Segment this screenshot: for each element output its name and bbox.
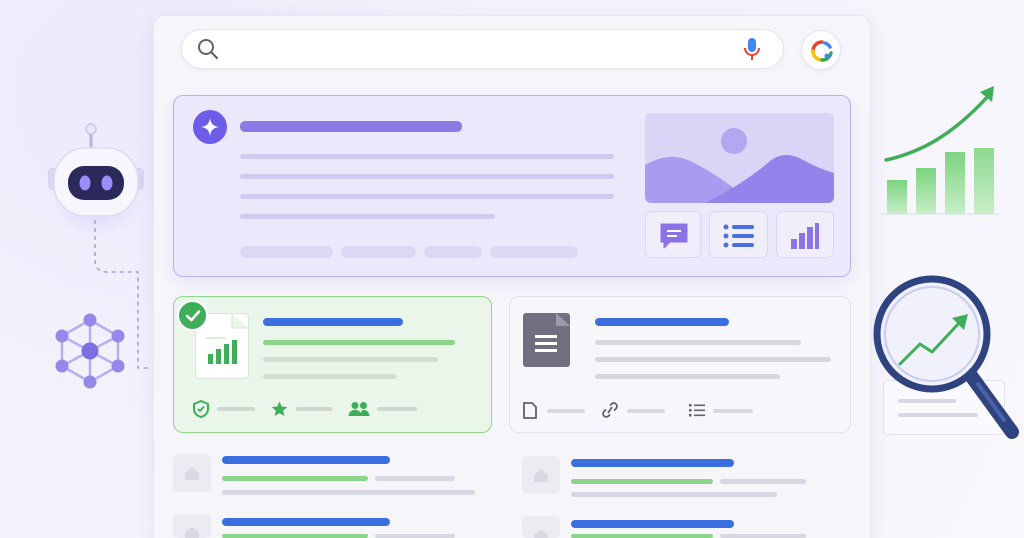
landscape-image-icon [645, 128, 834, 203]
lens-button[interactable] [801, 30, 841, 70]
result-text-line [375, 476, 455, 481]
result-text-line [571, 492, 777, 497]
result-title-placeholder[interactable] [263, 318, 403, 326]
chart-tile[interactable] [776, 211, 834, 258]
result-title-placeholder[interactable] [571, 459, 734, 467]
chat-icon [660, 223, 688, 249]
check-icon [185, 310, 201, 322]
robot-icon [48, 123, 144, 217]
sparkle-icon [201, 118, 219, 136]
meta-placeholder [377, 407, 417, 411]
ai-text-line [240, 194, 614, 199]
result-text-line [595, 374, 780, 379]
result-text-line [222, 490, 475, 495]
result-title-placeholder[interactable] [222, 518, 390, 526]
link-icon [602, 402, 618, 418]
result-thumbnail[interactable] [522, 516, 560, 538]
ai-title-placeholder [240, 121, 462, 132]
result-url-placeholder [571, 534, 713, 538]
ai-image-preview[interactable] [645, 113, 834, 203]
result-text-line [263, 374, 397, 379]
result-title-placeholder[interactable] [571, 520, 734, 528]
home-icon [185, 467, 199, 480]
result-thumbnail[interactable] [173, 514, 211, 538]
search-icon[interactable] [197, 38, 219, 60]
mic-icon[interactable] [743, 37, 761, 61]
result-text-line [720, 479, 806, 484]
file-icon [523, 402, 537, 419]
star-icon [271, 401, 288, 416]
meta-placeholder [713, 409, 753, 413]
trend-arrow-icon [884, 86, 994, 162]
ai-text-line [240, 174, 614, 179]
result-url-placeholder [222, 534, 368, 538]
ai-chip[interactable] [490, 246, 578, 258]
ai-text-line [240, 154, 614, 159]
home-icon [534, 469, 548, 482]
meta-placeholder [627, 409, 665, 413]
search-input[interactable] [181, 29, 784, 69]
bar-chart-icon [791, 223, 819, 249]
home-icon [185, 527, 199, 538]
ai-chip[interactable] [424, 246, 482, 258]
result-text-line [720, 534, 806, 538]
lens-icon [811, 40, 833, 62]
meta-placeholder [296, 407, 332, 411]
network-graph-icon [55, 313, 125, 389]
magnifier-trend-icon [873, 275, 1019, 439]
result-thumbnail[interactable] [173, 454, 211, 492]
result-url-placeholder [222, 476, 368, 481]
home-icon [534, 529, 548, 538]
result-title-placeholder[interactable] [595, 318, 729, 326]
document-icon [523, 313, 570, 367]
result-url-placeholder [571, 479, 713, 484]
list-tile[interactable] [709, 211, 768, 258]
result-thumbnail[interactable] [522, 456, 560, 494]
chat-tile[interactable] [645, 211, 701, 258]
bullet-list-icon [689, 404, 705, 417]
ai-chip[interactable] [240, 246, 333, 258]
people-icon [348, 402, 370, 416]
meta-placeholder [217, 407, 255, 411]
result-text-line [595, 340, 801, 345]
result-text-line [375, 534, 455, 538]
result-text-line [263, 357, 438, 362]
ai-sparkle-badge [193, 110, 227, 144]
meta-placeholder [547, 409, 585, 413]
result-url-placeholder [263, 340, 455, 345]
verified-badge [177, 300, 208, 331]
result-title-placeholder[interactable] [222, 456, 390, 464]
ai-chip[interactable] [341, 246, 416, 258]
ai-text-line [240, 214, 495, 219]
result-text-line [595, 357, 831, 362]
list-icon [723, 224, 754, 248]
shield-icon [193, 400, 209, 418]
